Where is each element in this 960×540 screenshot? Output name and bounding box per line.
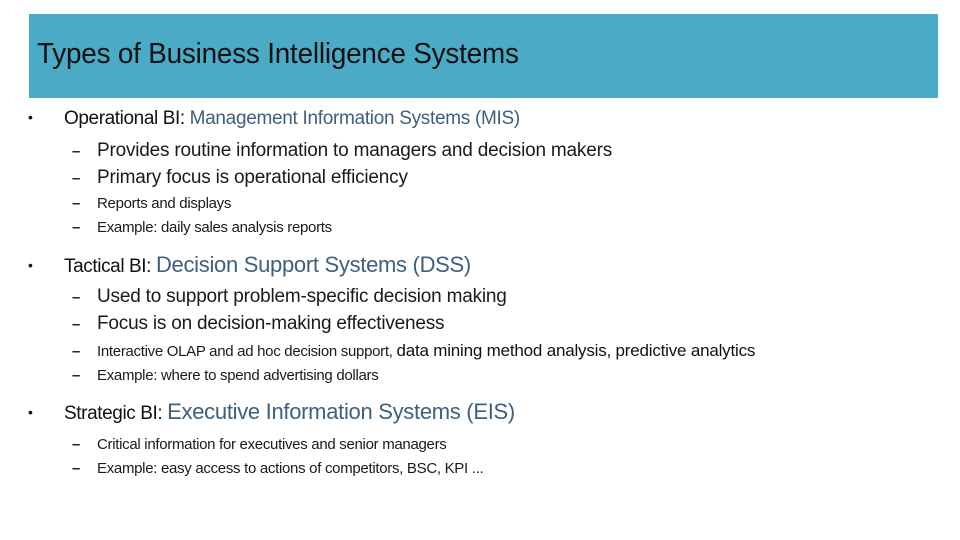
section-lead: Tactical BI: [64,256,156,277]
dash-icon: – [72,316,81,333]
item-text: Example: where to spend advertising doll… [97,367,379,384]
list-item: – Used to support problem-specific decis… [72,286,507,308]
dash-icon: – [72,195,81,212]
dash-icon: – [72,289,81,306]
dash-icon: – [72,143,81,160]
section-lead: Strategic BI: [64,403,168,424]
list-item: – Provides routine information to manage… [72,140,612,162]
slide-body: • Operational BI: Management Information… [0,0,960,540]
list-item: – Primary focus is operational efficienc… [72,167,408,189]
list-item: – Focus is on decision-making effectiven… [72,313,445,335]
dash-icon: – [72,343,81,360]
list-item: – Critical information for executives an… [72,436,447,453]
system-name: Executive Information Systems (EIS) [167,399,515,424]
list-item: – Interactive OLAP and ad hoc decision s… [72,341,755,361]
list-item: – Reports and displays [72,195,231,212]
bullet-icon: • [28,109,33,125]
item-text: Primary focus is operational efficiency [97,167,408,188]
list-item: – Example: where to spend advertising do… [72,367,379,384]
item-text: Example: easy access to actions of compe… [97,460,484,477]
system-name: Decision Support Systems (DSS) [155,252,471,277]
dash-icon: – [72,367,81,384]
dash-icon: – [72,436,81,453]
section-strategic-bi: • Strategic BI: Executive Information Sy… [28,399,515,425]
item-text: Used to support problem-specific decisio… [97,286,507,307]
dash-icon: – [72,460,81,477]
item-text: Interactive OLAP and ad hoc decision sup… [97,343,397,360]
item-text: Example: daily sales analysis reports [97,219,332,236]
item-text: Reports and displays [97,195,232,212]
system-name: Management Information Systems (MIS) [189,108,521,129]
section-operational-bi: • Operational BI: Management Information… [28,108,520,130]
item-text: Critical information for executives and … [97,436,447,453]
list-item: – Example: daily sales analysis reports [72,219,332,236]
dash-icon: – [72,219,81,236]
item-text: Provides routine information to managers… [97,140,612,161]
section-tactical-bi: • Tactical BI: Decision Support Systems … [28,252,471,278]
bullet-icon: • [28,404,33,420]
item-emphasis: data mining method analysis, predictive … [396,341,756,360]
section-lead: Operational BI: [64,108,190,129]
list-item: – Example: easy access to actions of com… [72,460,484,477]
dash-icon: – [72,170,81,187]
item-text: Focus is on decision-making effectivenes… [97,313,445,334]
bullet-icon: • [28,257,33,273]
